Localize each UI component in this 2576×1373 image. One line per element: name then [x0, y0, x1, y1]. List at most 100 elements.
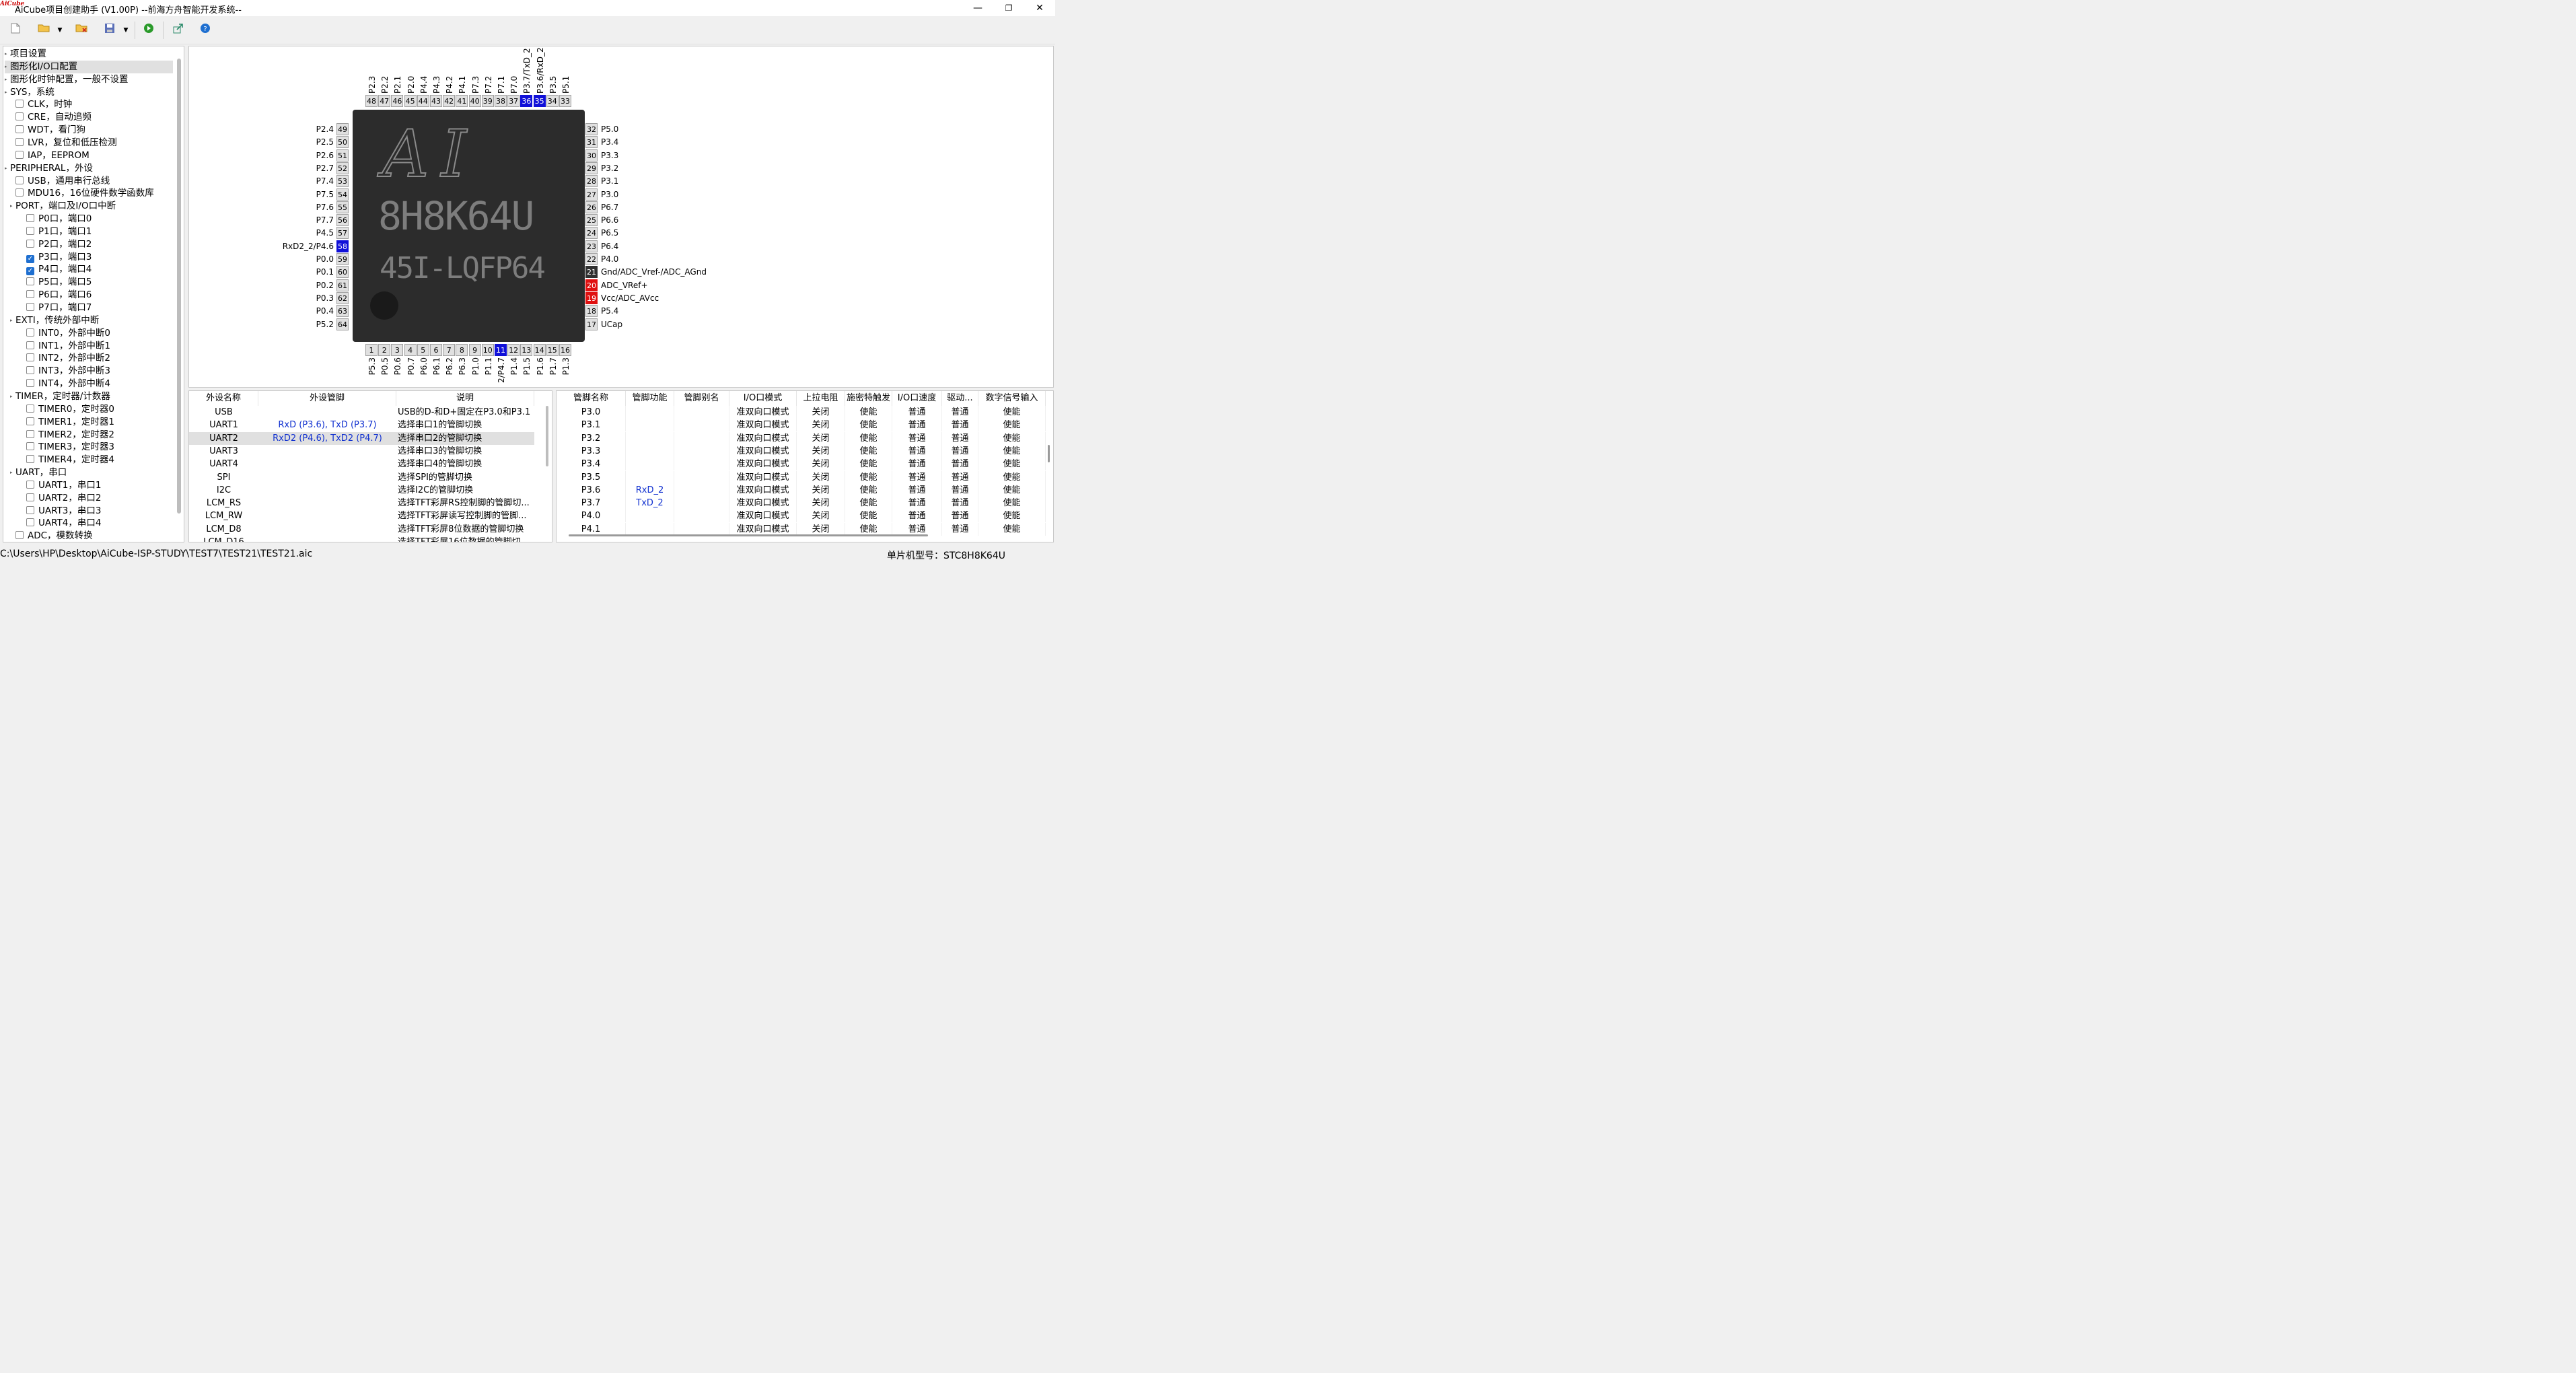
pin-11[interactable]: 11 — [495, 344, 507, 356]
new-file-icon[interactable] — [8, 23, 23, 38]
pin-36[interactable]: 36 — [520, 95, 533, 107]
tree-item[interactable]: MDU16，16位硬件数学函数库 — [15, 187, 154, 200]
checkbox[interactable] — [26, 480, 34, 489]
tree-scrollbar[interactable] — [177, 59, 181, 514]
peripheral-table-scrollbar[interactable] — [546, 406, 548, 466]
pin-18[interactable]: 18 — [585, 305, 598, 318]
checkbox[interactable] — [26, 226, 34, 235]
tree-item[interactable]: TIMER2，定时器2 — [26, 429, 114, 442]
table-row[interactable]: P3.3 准双向口模式 关闭 使能 普通 普通 使能 — [557, 444, 1046, 458]
tree-item[interactable]: CLK，时钟 — [15, 98, 72, 111]
pin-37[interactable]: 37 — [507, 95, 520, 107]
tree-item[interactable]: TIMER0，定时器0 — [26, 403, 114, 416]
table-row[interactable]: P3.1 准双向口模式 关闭 使能 普通 普通 使能 — [557, 419, 1046, 432]
pin-23[interactable]: 23 — [585, 240, 598, 252]
project-tree[interactable]: ▸ 项目设置 ▸ 图形化I/O口配置 ▸ 图形化时钟配置，一般不设置 ▸ SYS，系统 CLK，… — [3, 46, 184, 542]
pin-3[interactable]: 3 — [391, 344, 404, 356]
pin-30[interactable]: 30 — [585, 149, 598, 162]
tree-item[interactable]: ▸ EXTI，传统外部中断 — [10, 314, 99, 327]
expand-arrow-icon[interactable]: ▸ — [10, 466, 13, 479]
run-icon[interactable] — [141, 23, 156, 38]
tree-item[interactable]: INT4，外部中断4 — [26, 378, 110, 390]
help-icon[interactable]: ? — [198, 23, 213, 38]
pin-42[interactable]: 42 — [443, 95, 456, 107]
tree-item[interactable]: LVR，复位和低压检测 — [15, 137, 117, 149]
column-header[interactable]: 管脚名称 — [557, 391, 626, 406]
pin-4[interactable]: 4 — [404, 344, 417, 356]
table-row[interactable]: P4.0 准双向口模式 关闭 使能 普通 普通 使能 — [557, 509, 1046, 523]
pin-10[interactable]: 10 — [481, 344, 494, 356]
pin-64[interactable]: 64 — [336, 318, 349, 330]
table-row[interactable]: LCM_D8 选择TFT彩屏8位数据的管脚切换 — [189, 523, 534, 536]
tree-item[interactable]: TIMER1，定时器1 — [26, 416, 114, 429]
column-header[interactable]: 上拉电阻 — [797, 391, 845, 406]
table-row[interactable]: LCM_D16 选择TFT彩屏16位数据的管脚切 — [189, 536, 534, 542]
checkbox[interactable] — [15, 100, 24, 108]
column-header[interactable]: 管脚别名 — [674, 391, 729, 406]
tree-item[interactable]: ✓ P3口，端口3 — [26, 251, 92, 264]
pin-62[interactable]: 62 — [336, 291, 349, 304]
close-button[interactable]: ✕ — [1024, 0, 1055, 16]
column-header[interactable]: 外设管脚 — [258, 391, 396, 406]
checkbox[interactable] — [26, 518, 34, 527]
pin-61[interactable]: 61 — [336, 279, 349, 291]
checkbox[interactable] — [15, 188, 24, 197]
table-row[interactable]: I2C 选择I2C的管脚切换 — [189, 484, 534, 497]
column-header[interactable]: I/O口模式 — [729, 391, 797, 406]
save-icon[interactable] — [102, 23, 117, 38]
tree-item[interactable]: ADC，模数转换 — [15, 530, 93, 542]
pin-40[interactable]: 40 — [468, 95, 481, 107]
column-header[interactable]: 施密特触发 — [845, 391, 892, 406]
tree-item[interactable]: P5口，端口5 — [26, 276, 92, 289]
expand-arrow-icon[interactable]: ▸ — [10, 314, 13, 327]
pin-49[interactable]: 49 — [336, 123, 349, 135]
checkbox[interactable] — [26, 353, 34, 362]
tree-item[interactable]: ▸ 项目设置 — [5, 48, 46, 61]
pin-60[interactable]: 60 — [336, 266, 349, 279]
pin-5[interactable]: 5 — [417, 344, 429, 356]
pin-6[interactable]: 6 — [430, 344, 442, 356]
tree-item[interactable]: ▸ 图形化I/O口配置 — [5, 60, 173, 73]
tree-item[interactable]: UART1，串口1 — [26, 479, 101, 492]
checkbox[interactable] — [26, 417, 34, 425]
pin-51[interactable]: 51 — [336, 149, 349, 162]
pin-14[interactable]: 14 — [533, 344, 546, 356]
pin-50[interactable]: 50 — [336, 136, 349, 149]
tree-item[interactable]: IAP，EEPROM — [15, 149, 90, 162]
pin-39[interactable]: 39 — [481, 95, 494, 107]
tree-item[interactable]: P2口，端口2 — [26, 238, 92, 251]
pin-22[interactable]: 22 — [585, 253, 598, 265]
pin-33[interactable]: 33 — [559, 95, 571, 107]
pin-table-vscrollbar[interactable] — [1048, 445, 1050, 462]
pin-45[interactable]: 45 — [404, 95, 417, 107]
pin-24[interactable]: 24 — [585, 227, 598, 240]
pin-13[interactable]: 13 — [520, 344, 533, 356]
pin-20[interactable]: 20 — [585, 279, 598, 291]
checkbox[interactable] — [26, 442, 34, 451]
table-row[interactable]: P3.5 准双向口模式 关闭 使能 普通 普通 使能 — [557, 470, 1046, 484]
expand-arrow-icon[interactable]: ▸ — [5, 48, 7, 61]
tree-item[interactable]: ▸ SYS，系统 — [5, 86, 55, 99]
expand-arrow-icon[interactable]: ▸ — [5, 162, 7, 175]
tree-item[interactable]: INT1，外部中断1 — [26, 340, 110, 353]
maximize-button[interactable]: ❐ — [993, 0, 1024, 16]
table-row[interactable]: P3.6 RxD_2 准双向口模式 关闭 使能 普通 普通 使能 — [557, 483, 1046, 497]
checkbox[interactable] — [26, 328, 34, 337]
checkbox[interactable] — [26, 379, 34, 388]
expand-arrow-icon[interactable]: ▸ — [5, 73, 7, 86]
pin-1[interactable]: 1 — [365, 344, 378, 356]
save-dropdown-icon[interactable]: ▼ — [121, 23, 131, 38]
pin-63[interactable]: 63 — [336, 305, 349, 318]
tree-item[interactable]: P6口，端口6 — [26, 289, 92, 302]
tree-item[interactable]: TIMER3，定时器3 — [26, 441, 114, 454]
pin-41[interactable]: 41 — [456, 95, 468, 107]
table-row[interactable]: UART3 选择串口3的管脚切换 — [189, 445, 534, 458]
pin-9[interactable]: 9 — [468, 344, 481, 356]
tree-item[interactable]: INT3，外部中断3 — [26, 365, 110, 378]
tree-item[interactable]: P0口，端口0 — [26, 213, 92, 225]
checkbox[interactable]: ✓ — [26, 267, 34, 276]
pin-34[interactable]: 34 — [546, 95, 559, 107]
tree-item[interactable]: WDT，看门狗 — [15, 124, 85, 137]
checkbox[interactable] — [26, 493, 34, 501]
table-row[interactable]: UART2 RxD2 (P4.6), TxD2 (P4.7) 选择串口2的管脚切换 — [189, 432, 534, 445]
